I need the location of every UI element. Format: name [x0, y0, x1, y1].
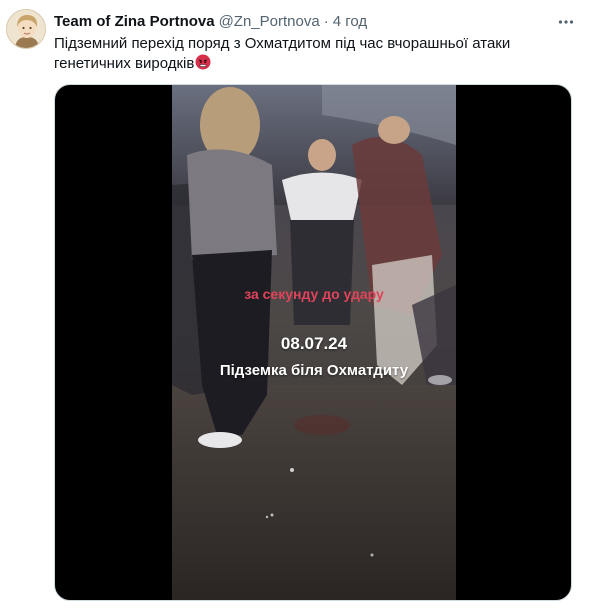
avatar-portrait-icon	[7, 10, 45, 48]
more-options-button[interactable]	[556, 12, 576, 32]
author-name[interactable]: Team of Zina Portnova	[54, 12, 215, 32]
tweet-timestamp[interactable]: 4 год	[333, 12, 367, 32]
video-caption-red: за секунду до удару	[244, 286, 384, 302]
angry-face-emoji-icon	[195, 54, 211, 70]
video-caption-place: Підземка біля Охматдиту	[219, 362, 409, 379]
ellipsis-icon	[558, 20, 574, 24]
tweet-header: Team of Zina Portnova @Zn_Portnova · 4 г…	[54, 12, 550, 32]
tweet-media-video[interactable]: за секунду до удару 08.07.24 Підземка бі…	[54, 84, 572, 601]
avatar[interactable]	[6, 9, 46, 49]
tweet-card[interactable]: Team of Zina Portnova @Zn_Portnova · 4 г…	[0, 0, 590, 609]
separator-dot: ·	[323, 13, 329, 30]
video-caption-date: 08.07.24	[280, 334, 348, 353]
tweet-text-body: Підземний перехід поряд з Охматдитом під…	[54, 35, 511, 72]
tweet-text: Підземний перехід поряд з Охматдитом під…	[54, 34, 574, 74]
author-handle[interactable]: @Zn_Portnova	[219, 12, 320, 32]
video-frame: за секунду до удару 08.07.24 Підземка бі…	[172, 85, 456, 600]
